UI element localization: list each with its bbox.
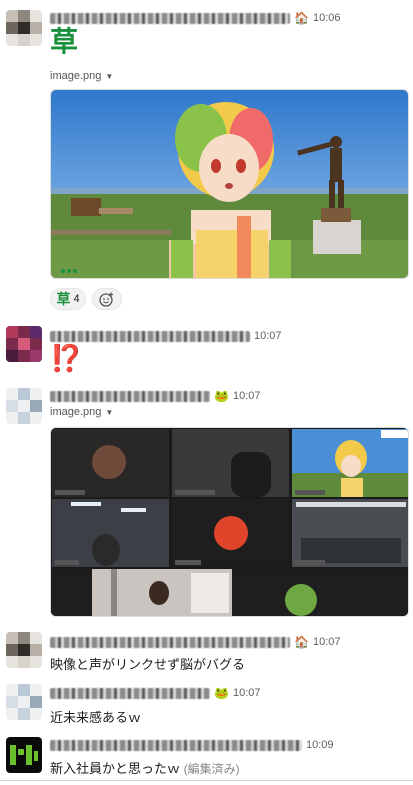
avatar[interactable] (6, 326, 42, 362)
status-emoji-house: 🏠 (294, 11, 309, 25)
message-header: 🏠 10:06 (50, 10, 340, 26)
avatar-image (6, 326, 42, 362)
avatar[interactable] (6, 388, 42, 424)
message-body: 新入社員かと思ったｗ (50, 761, 181, 776)
user-name-redacted[interactable] (50, 330, 250, 342)
file-name: image.png (50, 70, 102, 82)
message-header: 🏠 10:07 (50, 634, 340, 650)
add-reaction-icon (99, 292, 113, 307)
status-emoji-house: 🏠 (294, 635, 309, 649)
chevron-down-icon[interactable]: ▼ (105, 408, 113, 417)
kusa-emoji-message: 草 (50, 26, 79, 57)
timestamp[interactable]: 10:07 (233, 687, 261, 699)
status-emoji-frog: 🐸 (214, 389, 229, 403)
timestamp[interactable]: 10:06 (313, 12, 341, 24)
message-text: 近未来感あるｗ (50, 710, 142, 725)
avatar[interactable] (6, 632, 42, 668)
message-header: 10:09 (50, 737, 334, 753)
message-header: 🐸 10:07 (50, 388, 260, 404)
reaction-count: 4 (73, 293, 80, 305)
timestamp[interactable]: 10:07 (233, 390, 261, 402)
divider (0, 780, 413, 781)
timestamp[interactable]: 10:09 (306, 739, 334, 751)
vtuber-scene-image (51, 90, 408, 278)
message-text: 新入社員かと思ったｗ (編集済み) (50, 758, 240, 777)
reaction-emoji: 草 (56, 291, 71, 307)
reaction-kusa[interactable]: 草 4 (50, 288, 86, 310)
file-label[interactable]: image.png ▼ (50, 70, 113, 82)
status-emoji-frog: 🐸 (214, 686, 229, 700)
user-name-redacted[interactable] (50, 739, 302, 751)
image-attachment[interactable] (50, 427, 409, 617)
avatar-image (6, 684, 42, 720)
avatar[interactable] (6, 684, 42, 720)
avatar-image (6, 632, 42, 668)
avatar-image (6, 10, 42, 46)
avatar-image (6, 388, 42, 424)
timestamp[interactable]: 10:07 (254, 330, 282, 342)
file-label[interactable]: image.png ▼ (50, 406, 113, 418)
file-name: image.png (50, 406, 102, 418)
interrobang-emoji-message: ⁉️ (50, 343, 83, 373)
user-name-redacted[interactable] (50, 687, 210, 699)
user-name-redacted[interactable] (50, 390, 210, 402)
timestamp[interactable]: 10:07 (313, 636, 341, 648)
avatar-image (6, 737, 42, 773)
avatar[interactable] (6, 10, 42, 46)
chevron-down-icon[interactable]: ▼ (105, 72, 113, 81)
user-name-redacted[interactable] (50, 636, 290, 648)
add-reaction-button[interactable] (92, 288, 122, 310)
message-text: 映像と声がリンクせず脳がバグる (50, 657, 246, 672)
message-header: 🐸 10:07 (50, 685, 260, 701)
avatar[interactable] (6, 737, 42, 773)
message-header: 10:07 (50, 328, 282, 344)
image-attachment[interactable] (50, 89, 409, 279)
video-call-grid-image (51, 428, 408, 616)
user-name-redacted[interactable] (50, 12, 290, 24)
edited-label: (編集済み) (183, 762, 240, 776)
